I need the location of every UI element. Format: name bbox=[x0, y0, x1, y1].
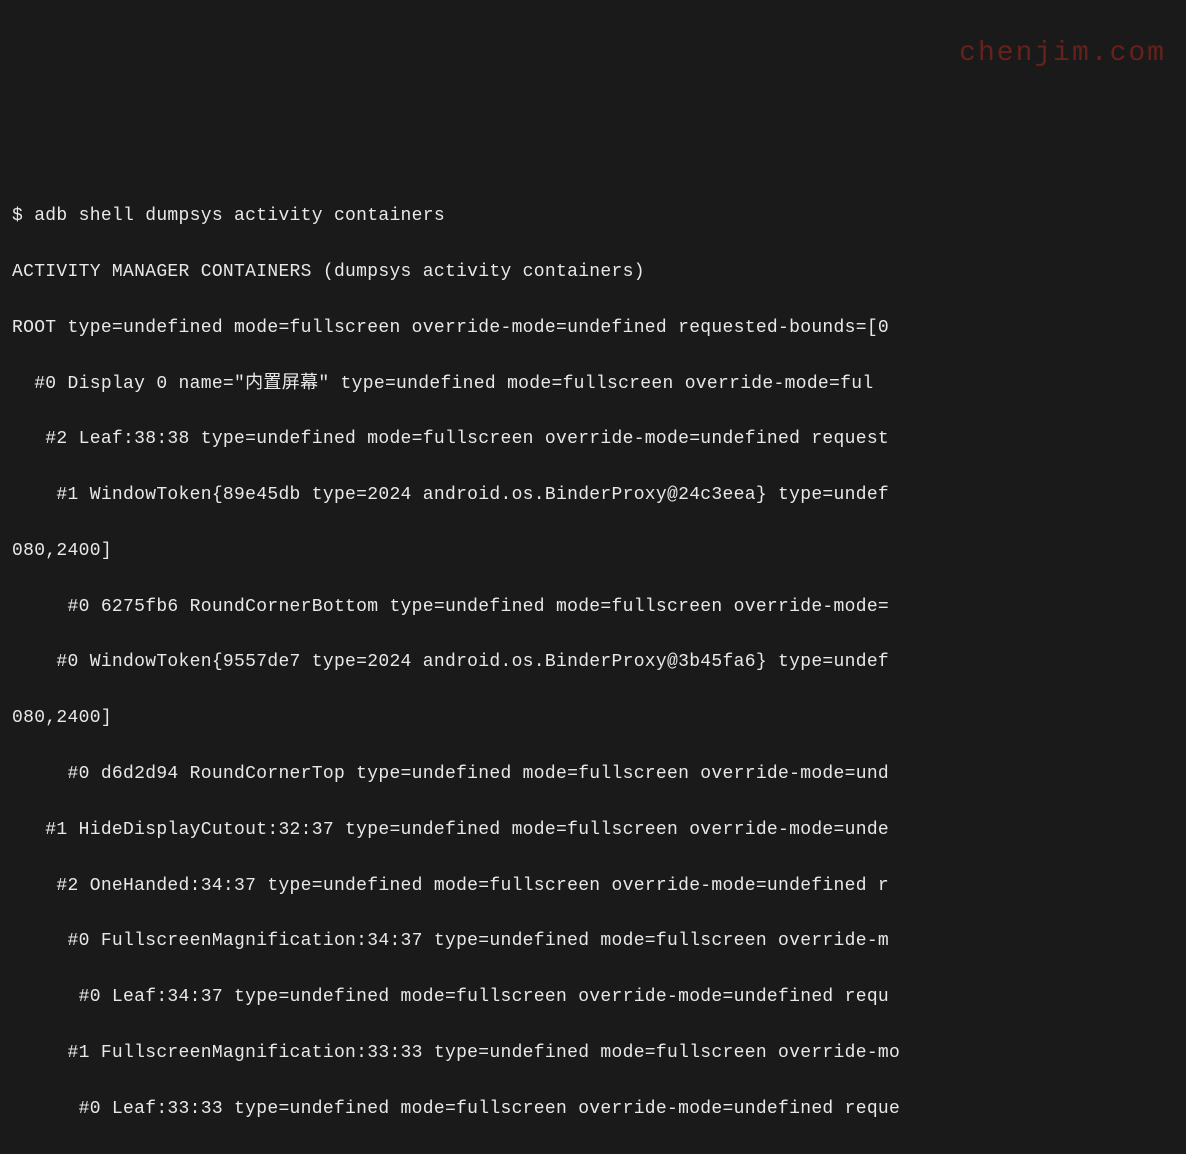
output-leaf-38: #2 Leaf:38:38 type=undefined mode=fullsc… bbox=[12, 426, 1174, 454]
watermark-text: chenjim.com bbox=[959, 32, 1166, 75]
terminal-output: $ adb shell dumpsys activity containers … bbox=[12, 175, 1174, 1154]
output-hidedisplaycutout: #1 HideDisplayCutout:32:37 type=undefine… bbox=[12, 817, 1174, 845]
output-onehanded-1: #2 OneHanded:34:37 type=undefined mode=f… bbox=[12, 873, 1174, 901]
output-leaf-33: #0 Leaf:33:33 type=undefined mode=fullsc… bbox=[12, 1096, 1174, 1124]
output-windowtoken-1: #1 WindowToken{89e45db type=2024 android… bbox=[12, 482, 1174, 510]
output-fullscreen-mag-1: #0 FullscreenMagnification:34:37 type=un… bbox=[12, 928, 1174, 956]
output-fullscreen-mag-2: #1 FullscreenMagnification:33:33 type=un… bbox=[12, 1040, 1174, 1068]
output-roundcorner-top: #0 d6d2d94 RoundCornerTop type=undefined… bbox=[12, 761, 1174, 789]
output-bounds-2: 080,2400] bbox=[12, 705, 1174, 733]
output-leaf-34: #0 Leaf:34:37 type=undefined mode=fullsc… bbox=[12, 984, 1174, 1012]
output-windowtoken-2: #0 WindowToken{9557de7 type=2024 android… bbox=[12, 649, 1174, 677]
output-onehanded-2: #0 OneHanded:32:32 type=undefined mode=f… bbox=[12, 1152, 1174, 1154]
output-display: #0 Display 0 name="内置屏幕" type=undefined … bbox=[12, 371, 1174, 399]
output-roundcorner-bottom: #0 6275fb6 RoundCornerBottom type=undefi… bbox=[12, 594, 1174, 622]
command-line: $ adb shell dumpsys activity containers bbox=[12, 203, 1174, 231]
output-root: ROOT type=undefined mode=fullscreen over… bbox=[12, 315, 1174, 343]
output-bounds-1: 080,2400] bbox=[12, 538, 1174, 566]
output-header: ACTIVITY MANAGER CONTAINERS (dumpsys act… bbox=[12, 259, 1174, 287]
